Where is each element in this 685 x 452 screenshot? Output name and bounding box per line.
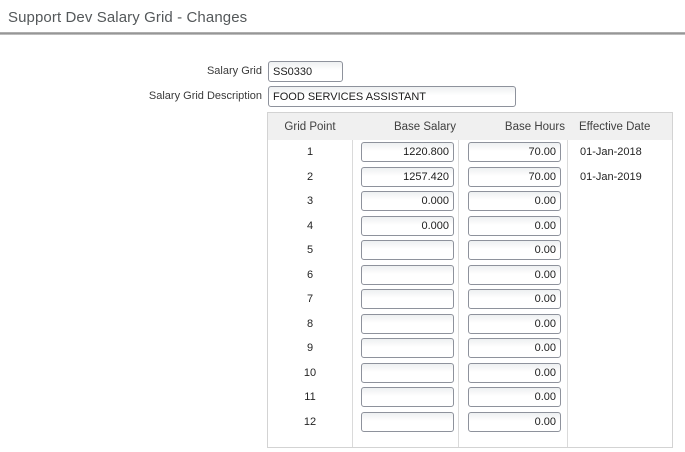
effective-date-value	[567, 263, 672, 288]
base-hours-input[interactable]	[468, 387, 561, 407]
base-hours-input[interactable]	[468, 338, 561, 358]
base-hours-input[interactable]	[468, 167, 561, 187]
base-hours-input[interactable]	[468, 363, 561, 383]
base-hours-input[interactable]	[468, 142, 561, 162]
table-row: 6	[268, 263, 672, 288]
base-salary-input[interactable]	[361, 265, 454, 285]
salary-grid-label: Salary Grid	[0, 61, 262, 82]
effective-date-value	[567, 410, 672, 435]
grid-point-value: 11	[268, 385, 352, 410]
salary-grid-description-input[interactable]	[268, 86, 516, 107]
base-hours-input[interactable]	[468, 240, 561, 260]
grid-point-value: 10	[268, 361, 352, 386]
table-row: 7	[268, 287, 672, 312]
effective-date-value	[567, 312, 672, 337]
title-divider	[0, 32, 685, 35]
effective-date-value	[567, 385, 672, 410]
grid-point-value: 5	[268, 238, 352, 263]
base-hours-input[interactable]	[468, 265, 561, 285]
effective-date-value	[567, 287, 672, 312]
table-header-row: Grid Point Base Salary Base Hours Effect…	[268, 113, 672, 140]
table-row: 3	[268, 189, 672, 214]
table-row: 10	[268, 361, 672, 386]
base-salary-input[interactable]	[361, 363, 454, 383]
base-salary-input[interactable]	[361, 412, 454, 432]
table-row: 12	[268, 410, 672, 435]
base-hours-input[interactable]	[468, 412, 561, 432]
base-salary-input[interactable]	[361, 387, 454, 407]
table-row: 8	[268, 312, 672, 337]
table-row: 11	[268, 385, 672, 410]
grid-point-value: 9	[268, 336, 352, 361]
effective-date-value	[567, 189, 672, 214]
salary-grid-table: Grid Point Base Salary Base Hours Effect…	[267, 112, 673, 448]
grid-point-value: 1	[268, 140, 352, 165]
grid-point-value: 3	[268, 189, 352, 214]
effective-date-value	[567, 336, 672, 361]
grid-point-value: 4	[268, 214, 352, 239]
grid-point-value: 6	[268, 263, 352, 288]
table-row: 5	[268, 238, 672, 263]
page: { "page": { "title": "Support Dev Salary…	[0, 0, 685, 452]
base-hours-input[interactable]	[468, 289, 561, 309]
base-salary-input[interactable]	[361, 167, 454, 187]
table-row: 2 01-Jan-2019	[268, 165, 672, 190]
base-salary-input[interactable]	[361, 142, 454, 162]
table-row: 4	[268, 214, 672, 239]
base-hours-input[interactable]	[468, 314, 561, 334]
base-salary-input[interactable]	[361, 314, 454, 334]
base-salary-input[interactable]	[361, 216, 454, 236]
header-effective-date: Effective Date	[567, 113, 672, 140]
header-base-hours: Base Hours	[458, 113, 567, 140]
header-base-salary: Base Salary	[352, 113, 458, 140]
effective-date-value: 01-Jan-2019	[567, 165, 672, 190]
table-row: 1 01-Jan-2018	[268, 140, 672, 165]
base-salary-input[interactable]	[361, 240, 454, 260]
effective-date-value: 01-Jan-2018	[567, 140, 672, 165]
base-salary-input[interactable]	[361, 191, 454, 211]
grid-point-value: 7	[268, 287, 352, 312]
grid-point-value: 12	[268, 410, 352, 435]
header-grid-point: Grid Point	[268, 113, 352, 140]
base-hours-input[interactable]	[468, 191, 561, 211]
table-filler-row	[268, 434, 672, 447]
table-row: 9	[268, 336, 672, 361]
salary-grid-input[interactable]	[268, 61, 343, 82]
base-hours-input[interactable]	[468, 216, 561, 236]
grid-point-value: 8	[268, 312, 352, 337]
effective-date-value	[567, 361, 672, 386]
page-title: Support Dev Salary Grid - Changes	[8, 9, 247, 26]
base-salary-input[interactable]	[361, 338, 454, 358]
grid-point-value: 2	[268, 165, 352, 190]
salary-grid-description-label: Salary Grid Description	[0, 86, 262, 107]
effective-date-value	[567, 214, 672, 239]
base-salary-input[interactable]	[361, 289, 454, 309]
effective-date-value	[567, 238, 672, 263]
